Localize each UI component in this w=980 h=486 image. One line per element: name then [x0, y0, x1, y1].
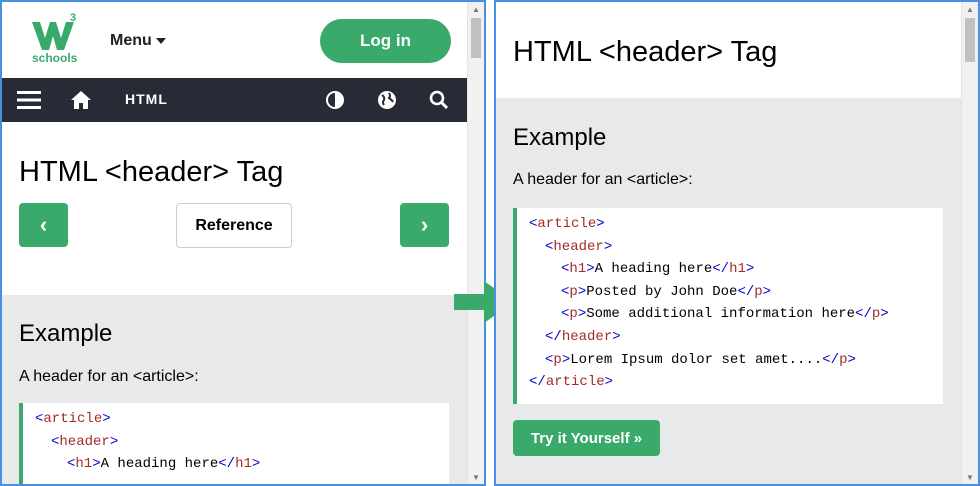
- login-button[interactable]: Log in: [320, 19, 451, 63]
- w3schools-logo[interactable]: 3 schools: [28, 12, 84, 66]
- code-token: >: [92, 456, 101, 473]
- code-token: >: [880, 306, 889, 323]
- code-line: <p>Posted by John Doe</p>: [561, 284, 771, 300]
- code-token: >: [745, 261, 755, 278]
- code-line: </header>: [545, 329, 621, 345]
- code-line: <article>: [529, 216, 605, 232]
- code-token: p: [754, 283, 763, 300]
- code-token: </: [218, 456, 236, 473]
- code-line: <p>Some additional information here</p>: [561, 306, 889, 322]
- code-token: p: [569, 283, 578, 300]
- top-navbar: HTML: [2, 78, 467, 122]
- home-icon[interactable]: [70, 89, 92, 111]
- page-title: HTML <header> Tag: [513, 36, 778, 68]
- title-area: HTML <header> Tag ‹ Reference ›: [2, 122, 467, 295]
- code-token: Lorem Ipsum dolor set amet....: [570, 351, 823, 368]
- right-title-area: HTML <header> Tag: [496, 2, 961, 98]
- code-token: >: [612, 329, 621, 345]
- code-example-box: <article> <header> <h1>A heading here</h1>: [19, 403, 449, 484]
- code-token: >: [596, 216, 605, 232]
- code-token: h1: [569, 261, 587, 278]
- search-icon[interactable]: [429, 89, 449, 111]
- example-description: A header for an <article>:: [19, 368, 199, 385]
- example-heading: Example: [19, 320, 113, 347]
- code-token: header: [59, 433, 110, 450]
- example-description: A header for an <article>:: [513, 171, 693, 188]
- caret-down-icon: [155, 38, 166, 44]
- reference-button[interactable]: Reference: [176, 203, 292, 248]
- code-token: Some additional information here: [586, 306, 856, 323]
- code-token: article: [545, 374, 605, 391]
- code-token: >: [586, 261, 595, 278]
- scrollbar-thumb[interactable]: [965, 18, 975, 62]
- code-token: A heading here: [100, 456, 219, 473]
- code-token: article: [43, 411, 103, 427]
- globe-icon[interactable]: [377, 89, 397, 111]
- next-button[interactable]: ›: [400, 203, 449, 247]
- menu-button[interactable]: Menu: [110, 32, 166, 50]
- logo-text: schools: [32, 51, 78, 65]
- scroll-up-icon[interactable]: ▲: [962, 2, 978, 16]
- example-heading: Example: [513, 124, 607, 151]
- code-token: header: [553, 238, 604, 255]
- example-section: Example A header for an <article>: <arti…: [496, 98, 961, 484]
- code-token: </: [822, 351, 840, 368]
- code-token: h1: [75, 456, 93, 473]
- example-section: Example A header for an <article>: <arti…: [2, 295, 467, 484]
- scroll-down-icon[interactable]: ▼: [468, 470, 484, 484]
- code-token: </: [545, 329, 562, 345]
- code-line: <article>: [35, 411, 111, 427]
- code-token: A heading here: [594, 261, 713, 278]
- left-browser-panel: 3 schools Menu Log in HTML HTML <header>…: [0, 0, 486, 486]
- code-line: <header>: [51, 434, 118, 450]
- code-line: <header>: [545, 239, 612, 255]
- code-token: >: [109, 433, 119, 450]
- code-line: <p>Lorem Ipsum dolor set amet....</p>: [545, 352, 856, 368]
- code-token: >: [577, 283, 587, 300]
- code-token: >: [604, 374, 614, 391]
- code-line: <h1>A heading here</h1>: [561, 261, 754, 277]
- scroll-down-icon[interactable]: ▼: [962, 470, 978, 484]
- scroll-up-icon[interactable]: ▲: [468, 2, 484, 16]
- code-token: >: [603, 238, 613, 255]
- hamburger-icon[interactable]: [17, 89, 41, 111]
- nav-html-link[interactable]: HTML: [125, 91, 168, 107]
- code-token: >: [577, 306, 587, 323]
- code-token: p: [569, 306, 578, 323]
- code-token: </: [529, 374, 546, 391]
- code-line: </article>: [529, 374, 613, 390]
- code-token: article: [537, 216, 597, 232]
- right-browser-panel: HTML <header> Tag Example A header for a…: [494, 0, 980, 486]
- scrollbar[interactable]: ▲ ▼: [467, 2, 484, 484]
- code-token: Posted by John Doe: [586, 283, 738, 300]
- code-token: p: [553, 351, 562, 368]
- code-token: </: [855, 306, 872, 323]
- logo-superscript: 3: [70, 12, 77, 24]
- code-token: >: [762, 283, 772, 300]
- code-line: <h1>A heading here</h1>: [67, 456, 260, 472]
- try-it-yourself-button[interactable]: Try it Yourself »: [513, 420, 660, 456]
- code-token: >: [847, 351, 856, 368]
- code-token: h1: [729, 261, 746, 278]
- code-token: header: [561, 329, 613, 345]
- code-token: </: [712, 261, 730, 278]
- contrast-icon[interactable]: [325, 89, 345, 111]
- code-example-box: <article> <header> <h1>A heading here</h1>…: [513, 208, 943, 404]
- code-token: >: [561, 351, 571, 368]
- page-title: HTML <header> Tag: [19, 156, 284, 188]
- scrollbar-thumb[interactable]: [471, 18, 481, 58]
- code-token: >: [102, 411, 111, 427]
- menu-label: Menu: [110, 32, 152, 49]
- code-token: >: [251, 456, 261, 473]
- top-header: 3 schools Menu Log in: [2, 2, 467, 78]
- previous-button[interactable]: ‹: [19, 203, 68, 247]
- scrollbar[interactable]: ▲ ▼: [961, 2, 978, 484]
- code-token: </: [737, 283, 755, 300]
- code-token: h1: [235, 456, 252, 473]
